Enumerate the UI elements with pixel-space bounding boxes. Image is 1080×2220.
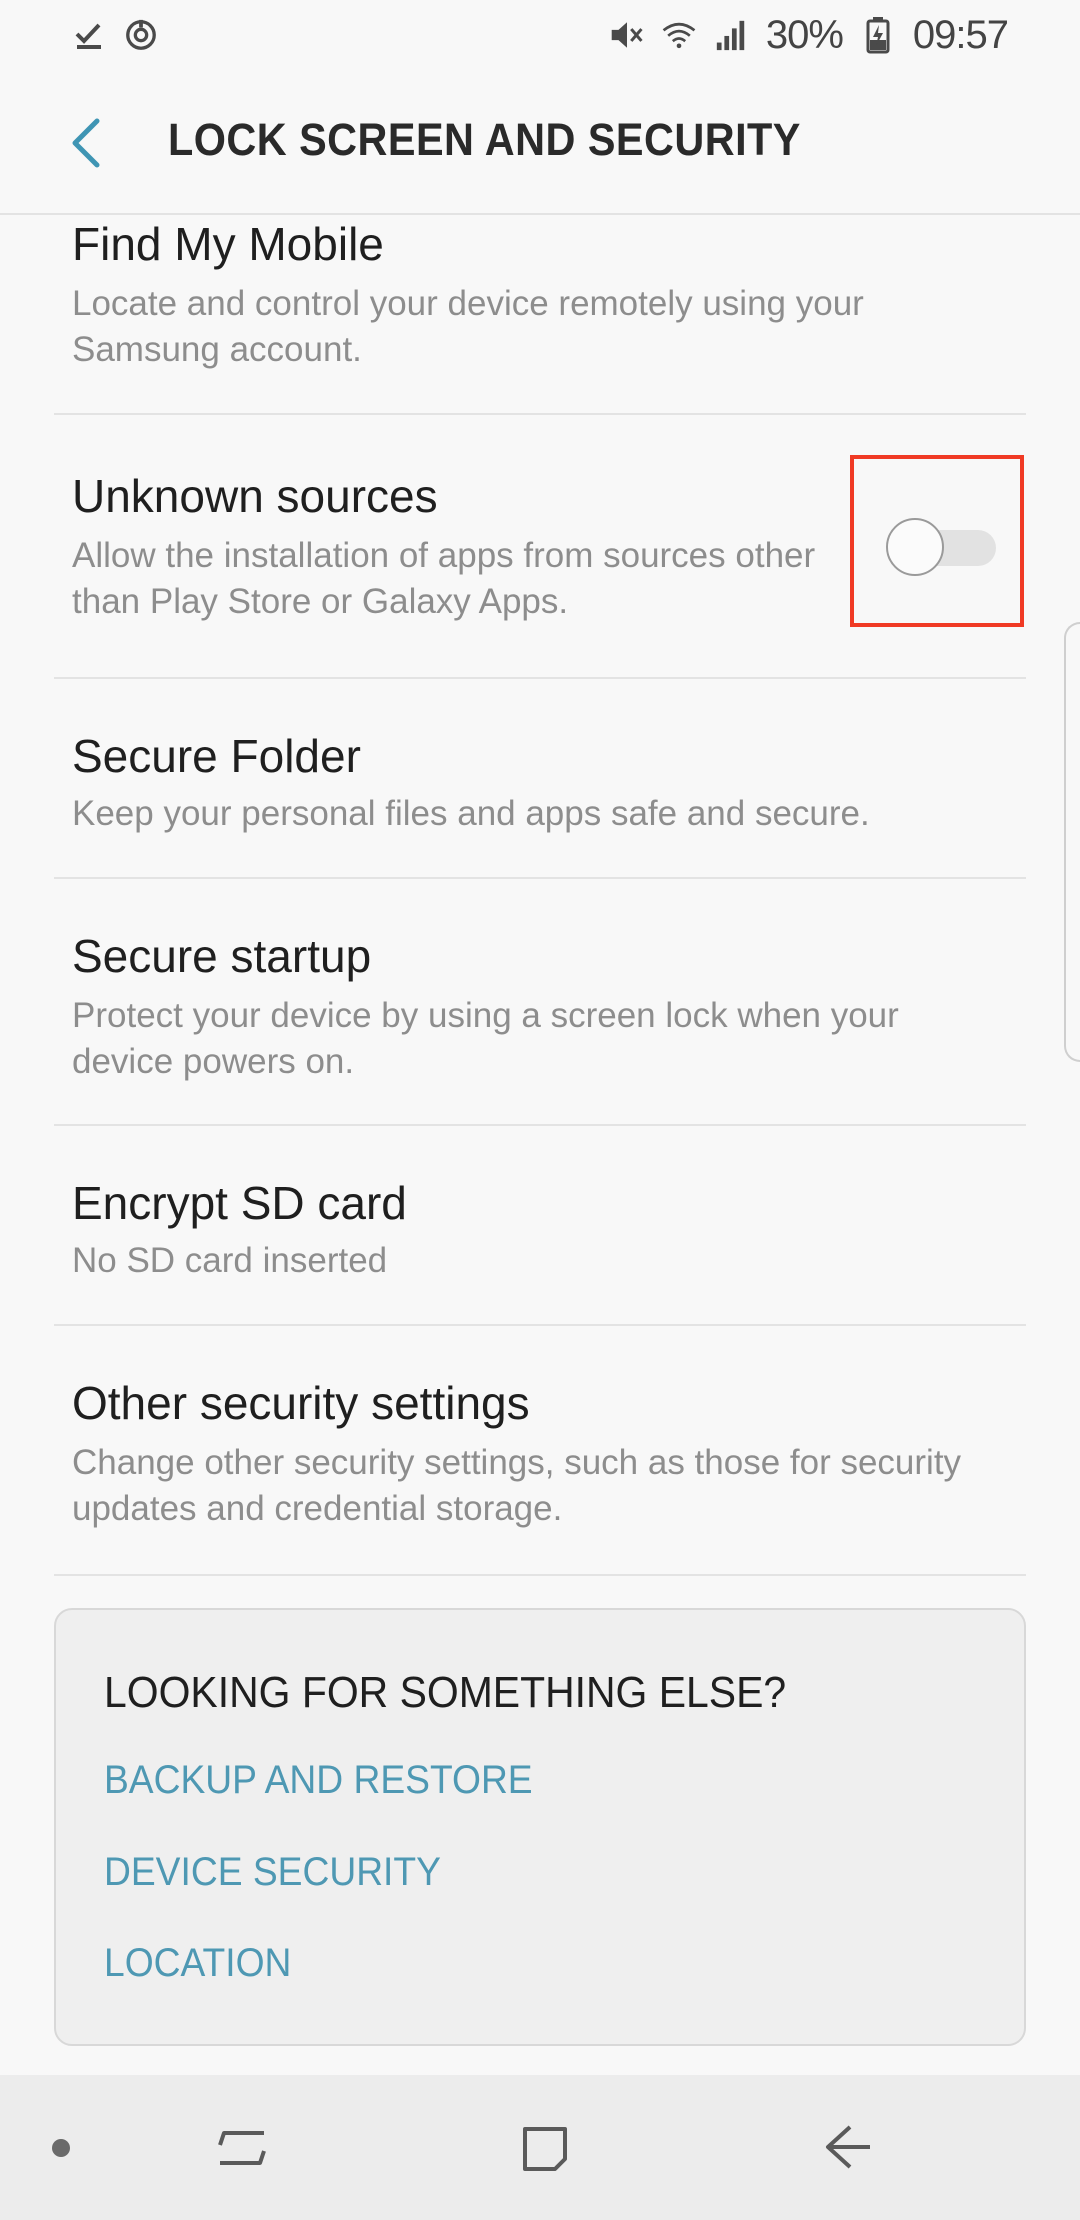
back-nav-button[interactable] [808, 2109, 888, 2189]
suggestions-card: LOOKING FOR SOMETHING ELSE? BACKUP AND R… [54, 1608, 1026, 2046]
setting-description: No SD card inserted [72, 1241, 388, 1280]
wifi-icon [662, 18, 696, 52]
setting-description: Locate and control your device remotely … [72, 284, 864, 369]
setting-title: Unknown sources [72, 470, 438, 522]
status-bar-right: 30% 09:57 [610, 12, 1009, 58]
link-device-security[interactable]: DEVICE SECURITY [104, 1850, 441, 1895]
recents-icon [214, 2119, 270, 2180]
setting-other-security[interactable]: Other security settings Change other sec… [54, 1326, 1026, 1576]
setting-title: Secure startup [72, 930, 372, 982]
setting-find-my-mobile[interactable]: Find My Mobile Locate and control your d… [54, 217, 1026, 415]
status-bar: 30% 09:57 [0, 0, 1080, 70]
recents-button[interactable] [202, 2109, 282, 2189]
navigation-bar [0, 2075, 1080, 2220]
setting-description: Protect your device by using a screen lo… [72, 996, 899, 1081]
setting-description: Change other security settings, such as … [72, 1443, 962, 1528]
setting-unknown-sources[interactable]: Unknown sources Allow the installation o… [54, 415, 1026, 679]
lock-screen-security-screen: 30% 09:57 LOCK SCREEN AND SECURITY Find … [0, 0, 1080, 2220]
link-backup-and-restore[interactable]: BACKUP AND RESTORE [104, 1758, 533, 1803]
suggestions-title: LOOKING FOR SOMETHING ELSE? [104, 1668, 787, 1717]
settings-list: Find My Mobile Locate and control your d… [0, 217, 1080, 1576]
back-icon [820, 2119, 876, 2180]
chevron-left-icon [65, 115, 105, 176]
mute-icon [610, 18, 644, 52]
setting-description: Allow the installation of apps from sour… [72, 536, 816, 621]
status-bar-left [72, 18, 158, 52]
home-icon [517, 2119, 573, 2180]
setting-title: Other security settings [72, 1377, 530, 1429]
setting-secure-folder[interactable]: Secure Folder Keep your personal files a… [54, 679, 1026, 879]
page-title: LOCK SCREEN AND SECURITY [168, 114, 801, 165]
battery-percent: 30% [765, 12, 844, 57]
setting-description: Keep your personal files and apps safe a… [72, 794, 870, 833]
clock: 09:57 [912, 12, 1009, 57]
setting-title: Secure Folder [72, 730, 361, 782]
unknown-sources-toggle[interactable] [886, 516, 996, 576]
toggle-thumb [886, 518, 944, 576]
link-location[interactable]: LOCATION [104, 1941, 291, 1986]
download-done-icon [72, 18, 106, 52]
edge-panel-handle[interactable] [1064, 622, 1080, 1062]
home-button[interactable] [505, 2109, 585, 2189]
back-button[interactable] [50, 110, 120, 180]
dot-indicator-icon [52, 2139, 70, 2157]
sync-icon [124, 18, 158, 52]
setting-secure-startup[interactable]: Secure startup Protect your device by us… [54, 879, 1026, 1126]
setting-title: Encrypt SD card [72, 1177, 407, 1229]
app-bar: LOCK SCREEN AND SECURITY [0, 70, 1080, 215]
setting-encrypt-sd-card[interactable]: Encrypt SD card No SD card inserted [54, 1126, 1026, 1326]
battery-charging-icon [861, 17, 895, 54]
setting-title: Find My Mobile [72, 218, 384, 270]
signal-icon [714, 18, 748, 52]
